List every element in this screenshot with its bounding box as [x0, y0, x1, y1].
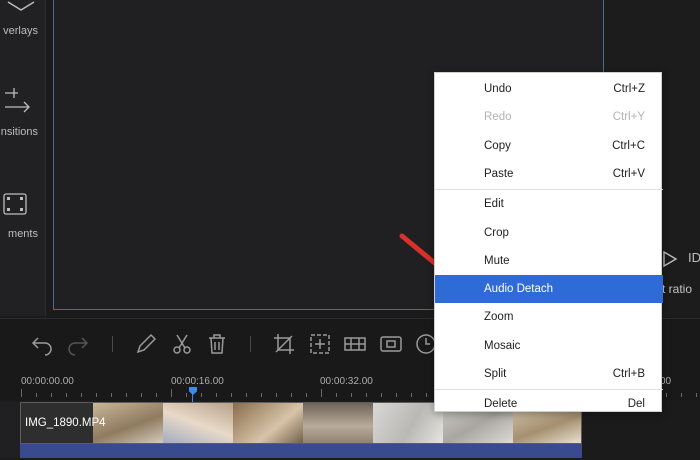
redo-icon[interactable]	[66, 332, 90, 356]
mosaic-icon[interactable]	[343, 332, 367, 356]
sidebar-item-label: verlays	[3, 25, 38, 37]
ruler-tick	[351, 393, 352, 397]
ruler-tick	[666, 393, 667, 397]
menu-item-redo[interactable]: Redo Ctrl+Y	[435, 103, 663, 131]
menu-item-shortcut: Del	[627, 398, 645, 411]
clip-name: IMG_1890.MP4	[25, 417, 106, 429]
menu-item-label: Audio Detach	[484, 283, 554, 296]
ruler-tick	[276, 393, 277, 397]
timecode-label: 00:00:00.00	[21, 376, 74, 387]
ruler-tick	[171, 389, 172, 397]
ruler-tick	[426, 393, 427, 397]
ruler-tick	[231, 393, 232, 397]
ruler-tick	[36, 393, 37, 397]
menu-item-label: Delete	[484, 398, 518, 411]
elements-icon	[3, 193, 27, 215]
menu-item-mute[interactable]: Mute	[435, 247, 663, 275]
ruler-tick	[696, 393, 697, 397]
delete-icon[interactable]	[205, 332, 229, 356]
menu-item-split[interactable]: Split Ctrl+B	[435, 360, 663, 388]
transitions-icon	[5, 88, 30, 113]
menu-item-shortcut: Ctrl+Y	[612, 111, 645, 124]
menu-item-edit[interactable]: Edit	[435, 190, 663, 218]
sidebar-item-label: ments	[8, 228, 38, 240]
menu-item-label: Crop	[484, 226, 509, 239]
menu-item-shortcut: Ctrl+V	[612, 167, 645, 180]
play-icon[interactable]	[662, 250, 678, 268]
menu-item-label: Mute	[484, 254, 510, 267]
menu-item-label: Split	[484, 368, 507, 380]
ruler-tick	[141, 393, 142, 397]
context-menu: Undo Ctrl+Z Redo Ctrl+Y Copy Ctrl+C Paste Ctrl+…	[434, 72, 663, 412]
timecode-label: 00:00:16.00	[171, 376, 224, 387]
sidebar-item-overlays[interactable]: verlays	[0, 0, 46, 60]
menu-item-label: Edit	[484, 198, 504, 211]
menu-item-delete[interactable]: Delete Del	[435, 390, 663, 418]
sidebar-item-elements[interactable]: ments	[0, 188, 46, 248]
toolbar-divider	[250, 336, 251, 352]
audio-waveform[interactable]	[20, 444, 582, 458]
timecode-label: 00:00:32.00	[320, 376, 373, 387]
ruler-tick	[261, 393, 262, 397]
crop-icon[interactable]	[272, 332, 296, 356]
ruler-tick	[336, 393, 337, 397]
edit-pencil-icon[interactable]	[134, 332, 158, 356]
clip-thumbnail	[163, 403, 233, 443]
ruler-tick	[411, 393, 412, 397]
clip-thumbnail	[303, 403, 373, 443]
ruler-tick	[111, 393, 112, 397]
ruler-tick	[321, 389, 322, 397]
scissors-icon[interactable]	[170, 332, 194, 356]
menu-item-label: Redo	[484, 111, 512, 124]
menu-item-label: Zoom	[484, 311, 514, 324]
ruler-tick	[156, 393, 157, 397]
ruler-tick	[96, 393, 97, 397]
menu-item-label: Undo	[484, 83, 512, 95]
ruler-tick	[306, 393, 307, 397]
sidebar-item-label: nsitions	[0, 126, 38, 138]
menu-item-label: Mosaic	[484, 339, 521, 352]
ruler-tick	[291, 393, 292, 397]
undo-icon[interactable]	[30, 332, 54, 356]
left-sidebar: verlays nsitions ments	[0, 0, 46, 316]
menu-item-label: Copy	[484, 139, 511, 152]
menu-item-shortcut: Ctrl+B	[612, 368, 645, 380]
menu-item-shortcut: Ctrl+C	[612, 139, 645, 152]
menu-item-shortcut: Ctrl+Z	[613, 83, 645, 95]
frame-icon[interactable]	[379, 332, 403, 356]
ruler-tick	[216, 393, 217, 397]
ruler-tick	[201, 393, 202, 397]
ruler-tick	[81, 393, 82, 397]
ruler-tick	[246, 393, 247, 397]
overlays-icon	[7, 1, 35, 11]
ruler-tick	[21, 389, 22, 397]
menu-item-paste[interactable]: Paste Ctrl+V	[435, 160, 663, 188]
menu-item-zoom[interactable]: Zoom	[435, 303, 663, 331]
sidebar-item-transitions[interactable]: nsitions	[0, 85, 46, 145]
menu-item-undo[interactable]: Undo Ctrl+Z	[435, 75, 663, 103]
menu-item-label: Paste	[484, 167, 514, 180]
menu-item-mosaic[interactable]: Mosaic	[435, 332, 663, 360]
menu-item-crop[interactable]: Crop	[435, 219, 663, 247]
ruler-tick	[126, 393, 127, 397]
ruler-tick	[396, 393, 397, 397]
menu-item-copy[interactable]: Copy Ctrl+C	[435, 132, 663, 160]
clip-thumbnail	[233, 403, 303, 443]
ruler-tick	[366, 393, 367, 397]
aspect-ratio-label[interactable]: t ratio	[662, 282, 692, 296]
ruler-tick	[186, 393, 187, 397]
ruler-tick	[51, 393, 52, 397]
ruler-tick	[681, 393, 682, 397]
menu-item-audio-detach[interactable]: Audio Detach	[435, 275, 663, 304]
zoom-icon[interactable]	[308, 332, 332, 356]
toolbar-divider	[112, 336, 113, 352]
track-header	[0, 402, 20, 458]
id-glyph: ID	[688, 250, 700, 265]
ruler-tick	[381, 393, 382, 397]
ruler-tick	[66, 393, 67, 397]
clip-thumbnail	[373, 403, 443, 443]
